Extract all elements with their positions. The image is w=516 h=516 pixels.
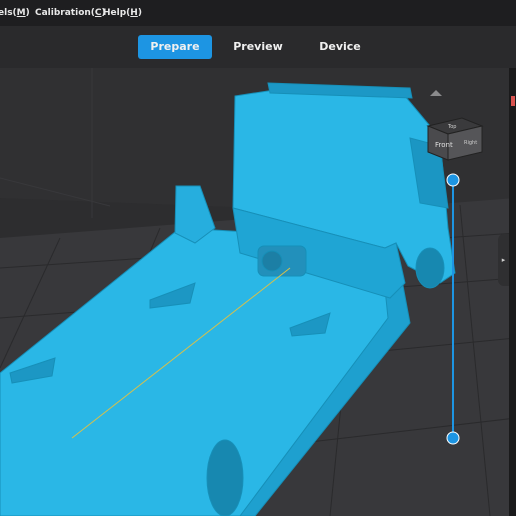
- collapse-panel-chevron-icon[interactable]: ▸: [498, 234, 509, 286]
- view-cube-front-label: Front: [435, 141, 453, 149]
- gizmo-handle-top[interactable]: [446, 173, 460, 187]
- tab-device[interactable]: Device: [306, 35, 374, 59]
- menu-calibration[interactable]: Calibration(C): [35, 8, 106, 18]
- view-cube-top-label: Top: [447, 124, 456, 130]
- mode-tab-bar: Prepare Preview Device: [0, 26, 516, 68]
- menu-bar: els(M) Calibration(C) Help(H): [0, 0, 516, 26]
- tab-prepare[interactable]: Prepare: [138, 35, 212, 59]
- gizmo-handle-bottom[interactable]: [446, 431, 460, 445]
- right-side-panel: [509, 68, 516, 516]
- menu-models[interactable]: els(M): [0, 8, 30, 18]
- menu-help[interactable]: Help(H): [103, 8, 142, 18]
- tab-preview[interactable]: Preview: [224, 35, 292, 59]
- 3d-viewport[interactable]: Top Front Right: [0, 68, 516, 516]
- view-cube[interactable]: Top Front Right: [426, 117, 484, 161]
- view-cube-right-label: Right: [464, 140, 477, 146]
- panel-error-marker: [511, 96, 515, 106]
